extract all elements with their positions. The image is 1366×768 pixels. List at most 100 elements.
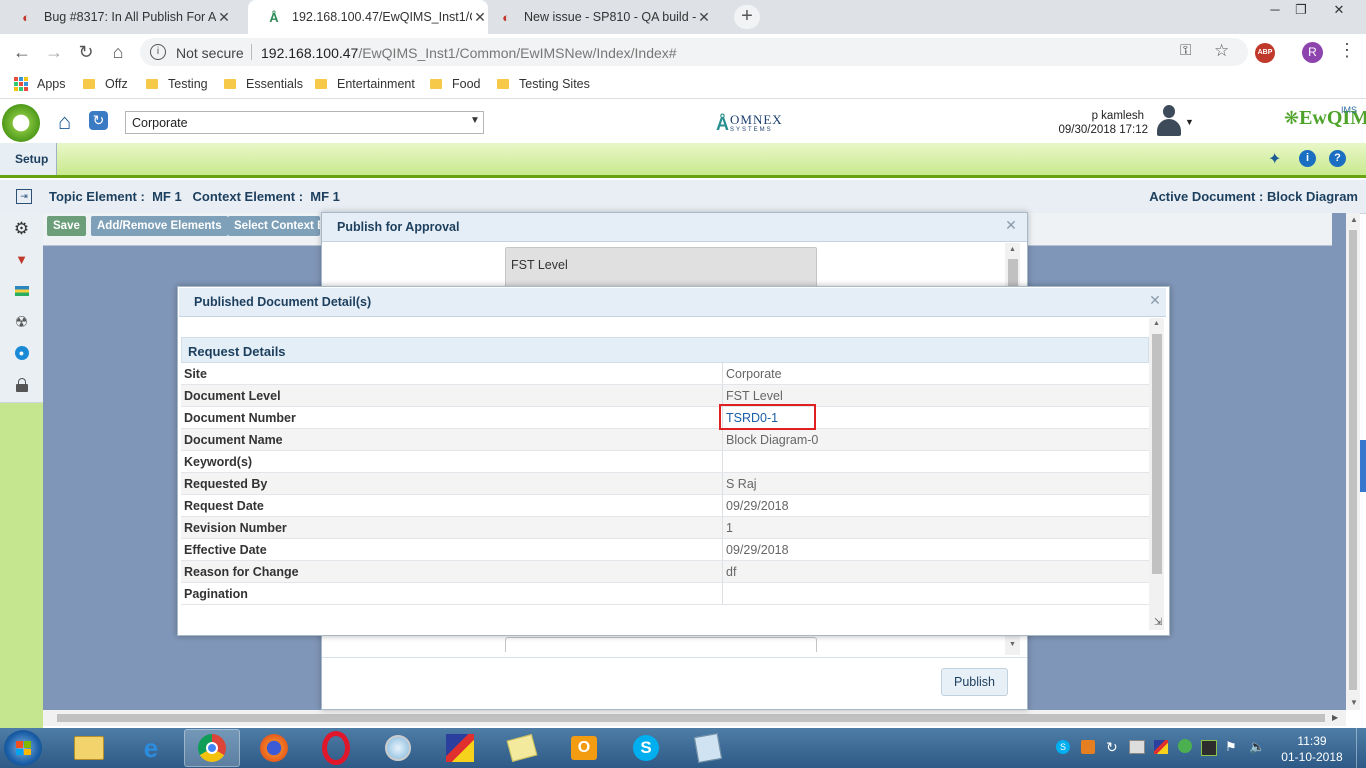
tray-app-icon[interactable]: [1081, 740, 1095, 754]
opera-icon[interactable]: [308, 729, 364, 767]
bookmark-testing-sites[interactable]: Testing Sites: [497, 70, 590, 98]
save-button[interactable]: Save: [47, 216, 86, 236]
scroll-down-icon[interactable]: ▼: [1009, 641, 1016, 648]
bookmark-essentials[interactable]: Essentials: [224, 70, 303, 98]
internet-explorer-icon[interactable]: e: [123, 729, 179, 767]
scrollbar-thumb[interactable]: [1008, 259, 1018, 289]
lock-icon[interactable]: ●: [0, 337, 43, 369]
add-remove-elements-button[interactable]: Add/Remove Elements: [91, 216, 228, 236]
file-explorer-icon[interactable]: [61, 729, 117, 767]
scrollbar-thumb[interactable]: [1152, 334, 1162, 574]
menu-icon[interactable]: ⋮: [1338, 40, 1356, 61]
page-scrollbar[interactable]: ▲ ▼: [1346, 213, 1360, 710]
browser-tab-bug[interactable]: ◐ Bug #8317: In All Publish For App ✕: [0, 0, 250, 34]
pin-icon[interactable]: ✦: [1268, 149, 1281, 169]
refresh-icon[interactable]: ↻: [89, 111, 108, 130]
tray-paint-icon[interactable]: [1154, 740, 1168, 754]
bookmark-testing[interactable]: Testing: [146, 70, 208, 98]
browser-tab-new-issue[interactable]: ◐ New issue - SP810 - QA build - C ✕: [480, 0, 730, 34]
scrollbar-thumb[interactable]: [1349, 230, 1357, 690]
context-label: Context Element :: [192, 189, 304, 204]
bookmark-food[interactable]: Food: [430, 70, 481, 98]
outlook-icon[interactable]: O: [556, 729, 612, 767]
publish-button[interactable]: Publish: [941, 668, 1008, 696]
select-context-button[interactable]: Select Context E: [228, 216, 320, 236]
section-header: Request Details: [181, 337, 1149, 363]
layers-icon[interactable]: ▼: [0, 244, 43, 276]
browser-tab-ewqims[interactable]: Å 192.168.100.47/EwQIMS_Inst1/Cc ✕: [248, 0, 488, 34]
tray-globe-icon[interactable]: [1178, 739, 1192, 753]
notepad-icon[interactable]: [680, 729, 736, 767]
info-icon[interactable]: i: [1299, 150, 1316, 167]
scroll-down-icon[interactable]: ▼: [1350, 698, 1358, 707]
omnex-brand-sub: SYSTEMS: [730, 126, 773, 133]
clock-time[interactable]: 11:39: [1276, 734, 1348, 748]
start-button-icon[interactable]: [4, 730, 42, 766]
site-select[interactable]: Corporate ▼: [125, 111, 484, 134]
reload-icon[interactable]: ↻: [73, 40, 99, 64]
row-value: S Raj: [722, 472, 1149, 495]
skype-icon[interactable]: S: [618, 729, 674, 767]
hazard-icon[interactable]: ☢: [0, 306, 43, 338]
bookmark-entertainment[interactable]: Entertainment: [315, 70, 415, 98]
level-list[interactable]: FST Level: [505, 247, 817, 287]
dialog-title: Publish for Approval: [337, 220, 460, 234]
forward-icon[interactable]: →: [41, 40, 67, 64]
help-icon[interactable]: ?: [1329, 150, 1346, 167]
chrome-icon[interactable]: [184, 729, 240, 767]
row-label: Document Level: [181, 384, 723, 407]
stack-icon[interactable]: [0, 275, 43, 307]
topic-value: MF 1: [152, 189, 182, 204]
back-icon[interactable]: ←: [9, 40, 35, 64]
paint-app-icon[interactable]: [432, 729, 488, 767]
close-tab-icon[interactable]: ✕: [696, 9, 712, 26]
volume-muted-icon[interactable]: 🔈: [1249, 739, 1265, 755]
tray-sync-icon[interactable]: ↻: [1106, 739, 1118, 756]
menu-bar: Setup ✦ i ?: [0, 143, 1366, 178]
h-scrollbar-thumb[interactable]: [57, 714, 1325, 722]
profile-avatar[interactable]: R: [1302, 42, 1323, 63]
sticky-notes-icon[interactable]: [494, 729, 550, 767]
firefox-icon[interactable]: [246, 729, 302, 767]
tray-network-icon[interactable]: [1129, 740, 1145, 754]
settings-gear-icon[interactable]: ⚙: [0, 213, 43, 245]
lower-field[interactable]: [505, 637, 817, 652]
home-icon[interactable]: ⌂: [105, 40, 131, 64]
collapse-panel-icon[interactable]: ⇥: [16, 189, 32, 204]
app-logo-icon[interactable]: [2, 104, 40, 142]
adblock-icon[interactable]: ABP: [1255, 43, 1275, 63]
context-bar: ⇥ Topic Element : MF 1 Context Element :…: [0, 180, 1366, 214]
resize-handle-icon[interactable]: ⇲: [1154, 617, 1162, 628]
home-icon[interactable]: ⌂: [58, 111, 71, 133]
bookmark-apps[interactable]: Apps: [14, 70, 66, 98]
close-icon[interactable]: ✕: [1148, 293, 1162, 307]
close-tab-icon[interactable]: ✕: [216, 9, 232, 26]
padlock-icon[interactable]: [0, 368, 43, 403]
key-icon[interactable]: ⚿: [1180, 42, 1191, 59]
horizontal-scrollbar[interactable]: ▶: [43, 710, 1346, 726]
restore-icon[interactable]: ❐: [1288, 2, 1314, 20]
table-row: Pagination: [181, 582, 1149, 605]
clock-date[interactable]: 01-10-2018: [1276, 750, 1348, 764]
user-avatar-icon[interactable]: [1156, 105, 1182, 137]
safari-icon[interactable]: [370, 729, 426, 767]
scroll-up-icon[interactable]: ▲: [1009, 246, 1016, 253]
user-menu-chevron-icon[interactable]: ▼: [1185, 117, 1194, 127]
show-desktop-button[interactable]: [1356, 728, 1366, 768]
scroll-up-icon[interactable]: ▲: [1350, 215, 1358, 224]
skype-tray-icon[interactable]: S: [1056, 740, 1070, 754]
dialog-scrollbar[interactable]: ▲: [1149, 318, 1164, 630]
tab-setup[interactable]: Setup: [0, 143, 57, 175]
scroll-up-icon[interactable]: ▲: [1153, 320, 1160, 327]
minimize-icon[interactable]: ─: [1262, 2, 1288, 20]
info-icon[interactable]: i: [150, 44, 166, 60]
new-tab-button[interactable]: +: [734, 5, 760, 29]
tray-action-center-icon[interactable]: ⚑: [1225, 739, 1237, 755]
bookmark-offz[interactable]: Offz: [83, 70, 128, 98]
window-close-icon[interactable]: ✕: [1326, 2, 1352, 20]
address-bar[interactable]: i Not secure 192.168.100.47/EwQIMS_Inst1…: [140, 38, 1248, 66]
scroll-right-icon[interactable]: ▶: [1332, 713, 1338, 722]
close-icon[interactable]: ✕: [1004, 218, 1018, 232]
tray-monitor-icon[interactable]: [1201, 740, 1217, 756]
bookmark-star-icon[interactable]: ☆: [1214, 41, 1229, 61]
